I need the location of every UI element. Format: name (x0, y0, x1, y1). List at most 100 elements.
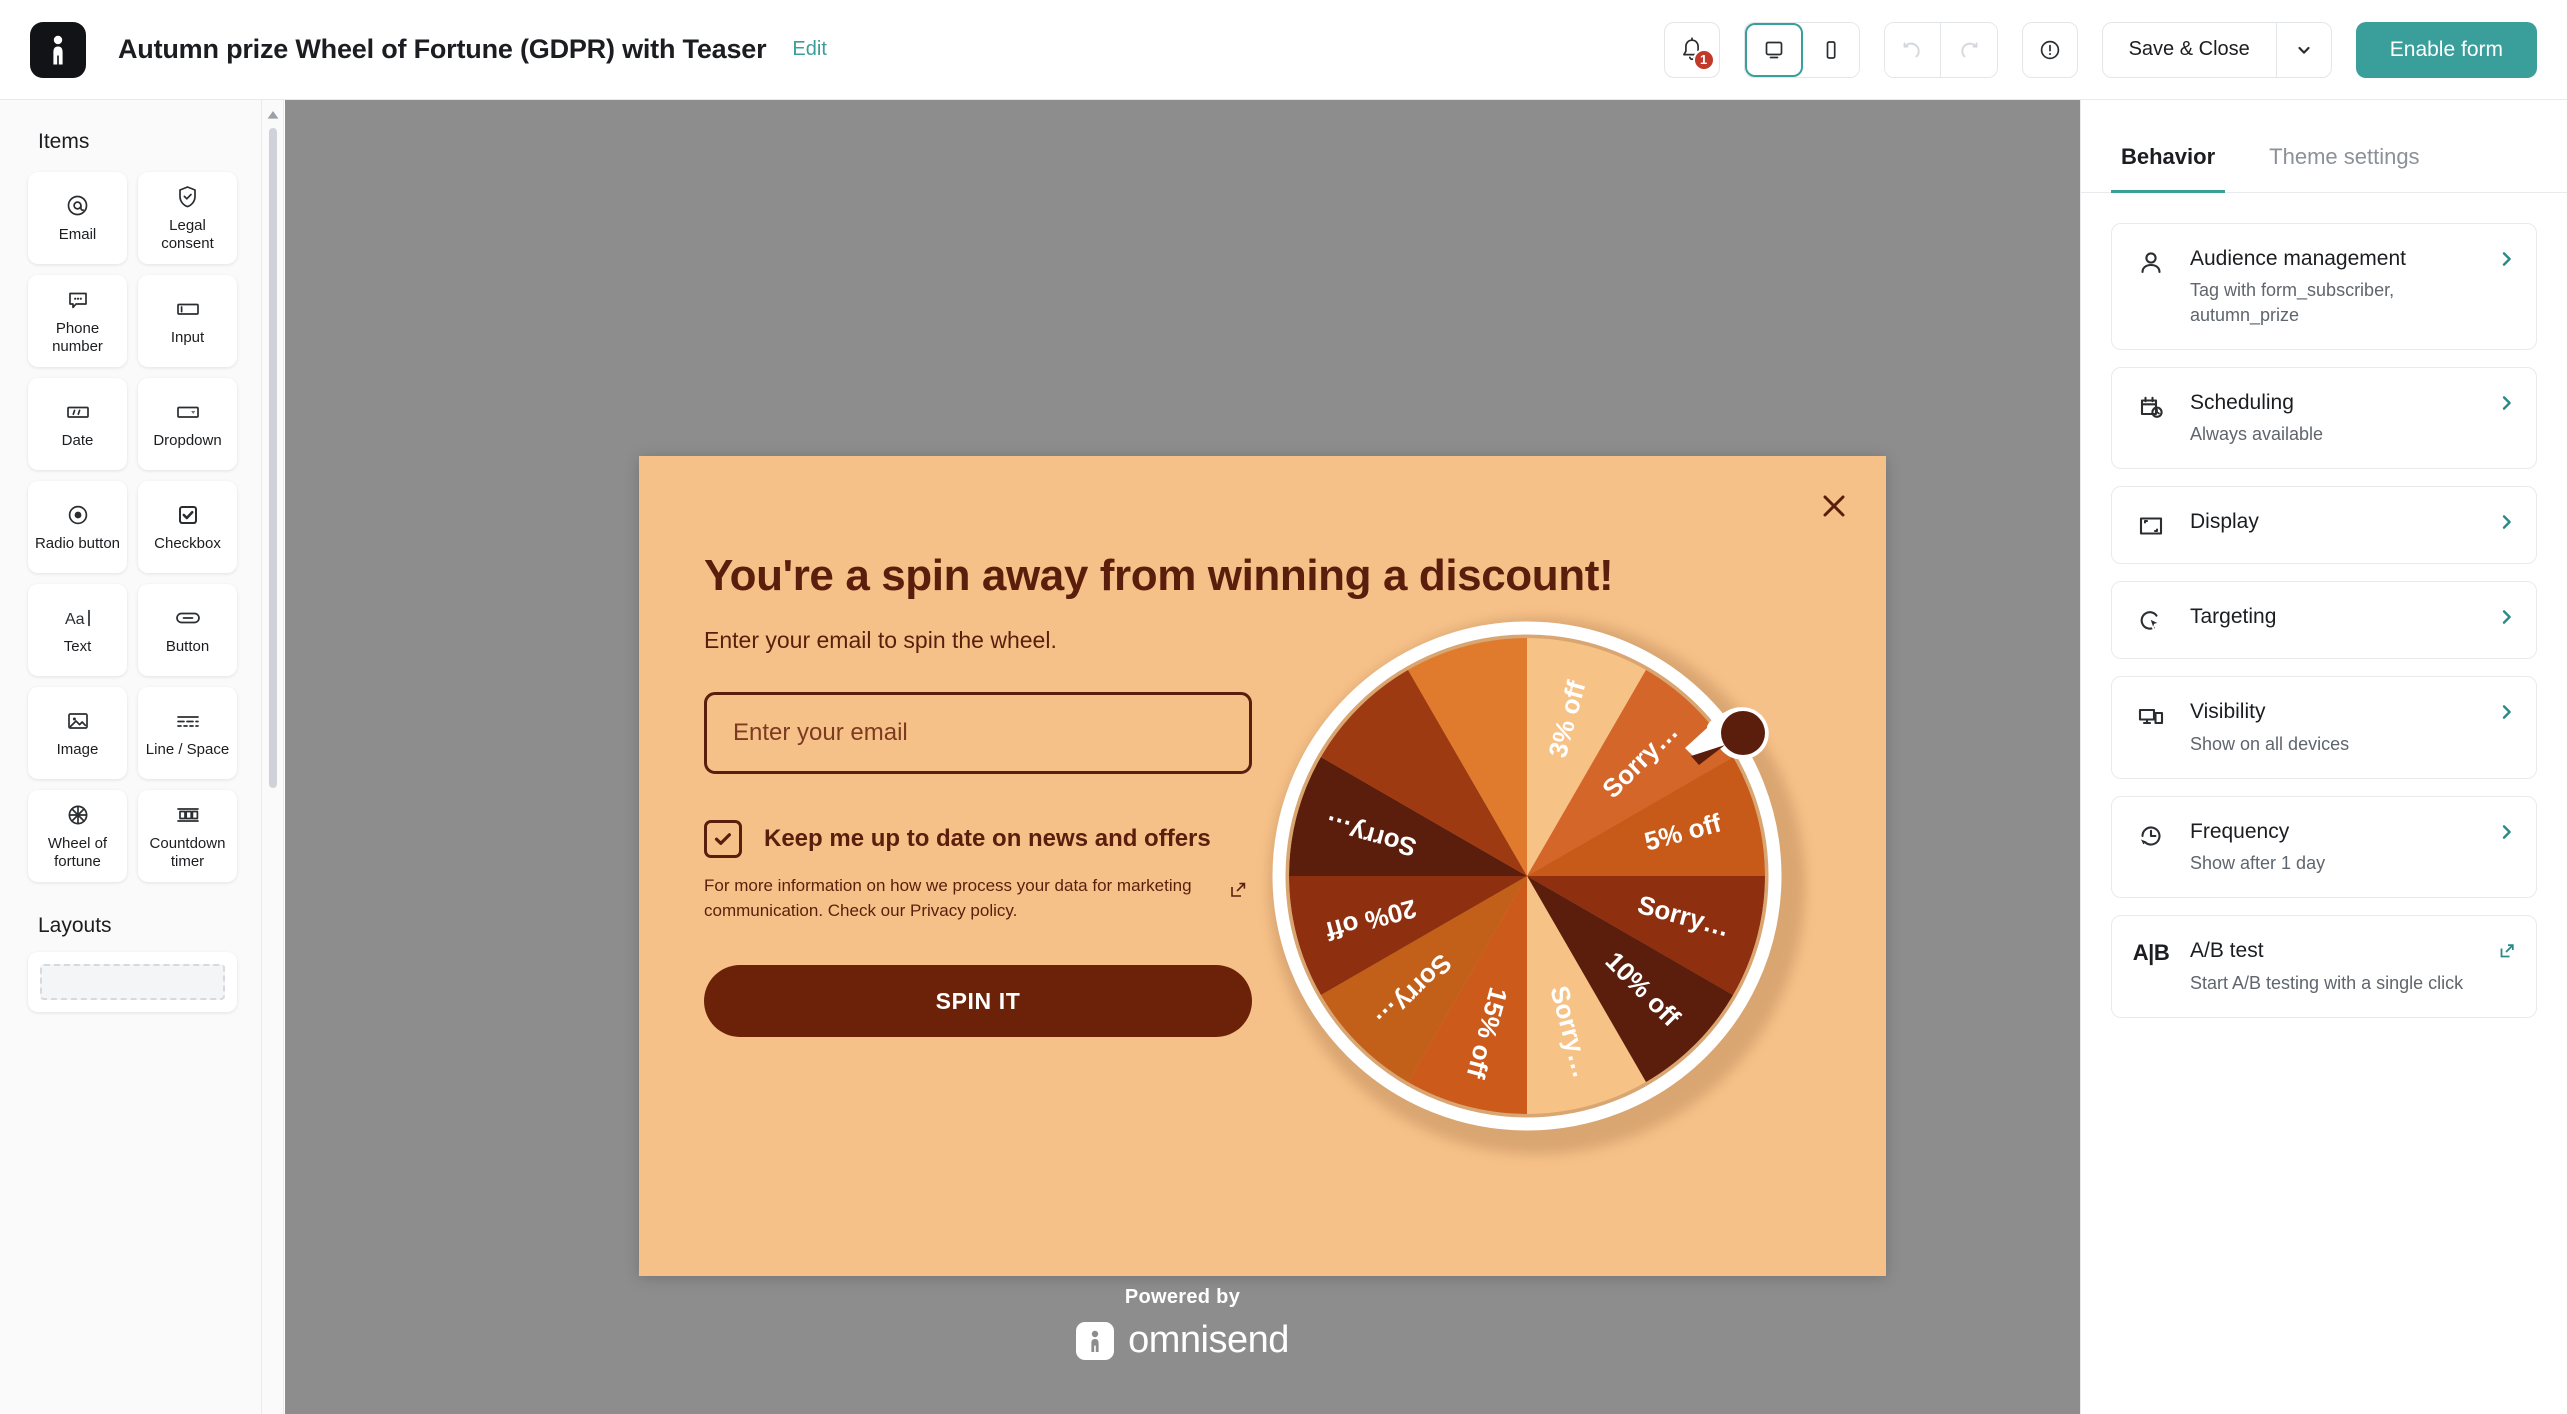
setting-text: Display (2190, 509, 2478, 535)
enable-form-button[interactable]: Enable form (2355, 21, 2537, 78)
wheel-stud (1736, 994, 1748, 1006)
setting-ab-test[interactable]: A|B A/B test Start A/B testing with a si… (2111, 915, 2537, 1019)
chevron-down-icon (2298, 46, 2310, 54)
items-sidebar: Items Email Legal consent Phone number I… (0, 100, 262, 1414)
edit-title-link[interactable]: Edit (792, 38, 826, 61)
consent-note-text: For more information on how we process y… (704, 876, 1192, 920)
ab-test-label: A|B (2132, 940, 2170, 966)
save-options-caret[interactable] (2277, 23, 2331, 77)
ab-test-icon: A|B (2132, 938, 2170, 966)
tab-behavior[interactable]: Behavior (2111, 100, 2226, 193)
redo-button[interactable] (1940, 22, 1997, 77)
omnisend-wordmark: omnisend (1128, 1319, 1289, 1361)
notifications-button[interactable]: 1 (1663, 21, 1720, 78)
scrollbar-thumb[interactable] (269, 128, 277, 788)
at-sign-icon (65, 193, 90, 219)
form-issues-button[interactable] (2021, 21, 2078, 78)
sidebar-item-label: Image (56, 740, 99, 758)
sidebar-item-dropdown[interactable]: Dropdown (138, 378, 237, 470)
sidebar-item-label: Line / Space (145, 740, 230, 758)
setting-title: Frequency (2190, 819, 2290, 843)
chevron-right-icon (2498, 390, 2516, 417)
setting-title: Audience management (2190, 247, 2406, 270)
sidebar-item-image[interactable]: Image (28, 687, 127, 779)
setting-title: Scheduling (2190, 390, 2294, 414)
save-close-button[interactable]: Save & Close (2103, 22, 2277, 77)
sidebar-item-line-space[interactable]: Line / Space (138, 687, 237, 779)
sidebar-item-label: Countdown timer (149, 835, 226, 870)
mobile-preview-button[interactable] (1802, 22, 1859, 77)
sidebar-item-label: Wheel of fortune (47, 835, 108, 870)
layout-card[interactable] (28, 952, 237, 1012)
setting-desc: Always available (2190, 424, 2324, 445)
sidebar-item-radio-button[interactable]: Radio button (28, 481, 127, 573)
date-field-icon (64, 399, 92, 425)
email-field[interactable] (704, 692, 1252, 775)
popup-form: You're a spin away from winning a discou… (639, 456, 1886, 1276)
sidebar-item-label: Email (58, 225, 97, 243)
countdown-timer-icon (172, 802, 204, 828)
sidebar-item-wheel-of-fortune[interactable]: Wheel of fortune (28, 790, 127, 882)
popup-heading: You're a spin away from winning a discou… (704, 551, 1614, 600)
chevron-right-icon (2498, 246, 2516, 273)
sidebar-item-label: Checkbox (154, 534, 221, 552)
sidebar-item-label: Radio button (34, 534, 121, 552)
omnisend-logo-icon[interactable] (30, 21, 86, 78)
consent-note: For more information on how we process y… (704, 874, 1246, 923)
omnisend-mark-icon (1076, 1321, 1115, 1360)
sidebar-item-checkbox[interactable]: Checkbox (138, 481, 237, 573)
sidebar-item-text[interactable]: Aa Text (28, 584, 127, 676)
setting-frequency[interactable]: Frequency Show after 1 day (2111, 795, 2537, 899)
sidebar-item-label: Phone number (52, 320, 103, 355)
notification-count-badge: 1 (1692, 48, 1715, 71)
radio-button-icon (65, 502, 91, 528)
setting-text: Targeting (2190, 604, 2478, 630)
wheel-stud (1645, 1085, 1657, 1097)
setting-targeting[interactable]: Targeting (2111, 581, 2537, 660)
undo-button[interactable] (1884, 22, 1941, 77)
powered-by-footer: Powered by omnisend (285, 1286, 2080, 1362)
setting-text: Scheduling Always available (2190, 390, 2478, 447)
desktop-icon (1765, 41, 1782, 58)
sidebar-item-date[interactable]: Date (28, 378, 127, 470)
toolbar-actions: 1 Save & Close Enable form (1663, 21, 2537, 78)
wheel-stud (1397, 655, 1409, 667)
powered-by-label: Powered by (1124, 1286, 1241, 1308)
sidebar-item-input[interactable]: Input (138, 275, 237, 367)
consent-checkbox[interactable] (704, 820, 742, 859)
wheel-graphic: 3% off Sorry…5% offSorry…10% offSorry…15%… (1272, 621, 1782, 1131)
setting-visibility[interactable]: Visibility Show on all devices (2111, 676, 2537, 779)
setting-display[interactable]: Display (2111, 486, 2537, 565)
setting-text: A/B test Start A/B testing with a single… (2190, 938, 2478, 995)
exclamation-circle-icon (2040, 40, 2059, 59)
sidebar-item-countdown-timer[interactable]: Countdown timer (138, 790, 237, 882)
consent-label: Keep me up to date on news and offers (764, 825, 1211, 853)
page-title: Autumn prize Wheel of Fortune (GDPR) wit… (118, 34, 767, 64)
external-link-icon (2498, 938, 2516, 965)
shield-check-icon (175, 184, 200, 210)
omnisend-brand: omnisend (285, 1319, 2080, 1362)
wheel-of-fortune[interactable]: 3% off Sorry… 5% off Sorry… 10% off Sorry… 15%… (1255, 604, 1815, 1164)
external-link-icon[interactable] (1228, 880, 1248, 908)
spin-it-button[interactable]: SPIN IT (704, 965, 1252, 1038)
redo-icon (1960, 42, 1978, 57)
sidebar-item-phone-number[interactable]: Phone number (28, 275, 127, 367)
history-controls (1883, 21, 1998, 78)
desktop-preview-button[interactable] (1744, 22, 1803, 77)
sidebar-item-email[interactable]: Email (28, 172, 127, 264)
setting-scheduling[interactable]: Scheduling Always available (2111, 366, 2537, 470)
behavior-cards: Audience management Tag with form_subscr… (2081, 193, 2567, 1019)
sidebar-scrollbar[interactable] (262, 100, 284, 1414)
setting-title: Display (2190, 510, 2259, 534)
sidebar-item-legal-consent[interactable]: Legal consent (138, 172, 237, 264)
wheel-stud (1769, 870, 1781, 882)
calendar-clock-icon (2132, 390, 2170, 422)
dropdown-icon (174, 399, 202, 425)
layouts-heading: Layouts (38, 914, 112, 937)
image-icon (65, 708, 91, 734)
chevron-right-icon (2498, 819, 2516, 846)
caret-up-icon[interactable] (266, 108, 280, 126)
tab-theme-settings[interactable]: Theme settings (2259, 100, 2429, 192)
sidebar-item-button[interactable]: Button (138, 584, 237, 676)
setting-audience-management[interactable]: Audience management Tag with form_subscr… (2111, 223, 2537, 350)
